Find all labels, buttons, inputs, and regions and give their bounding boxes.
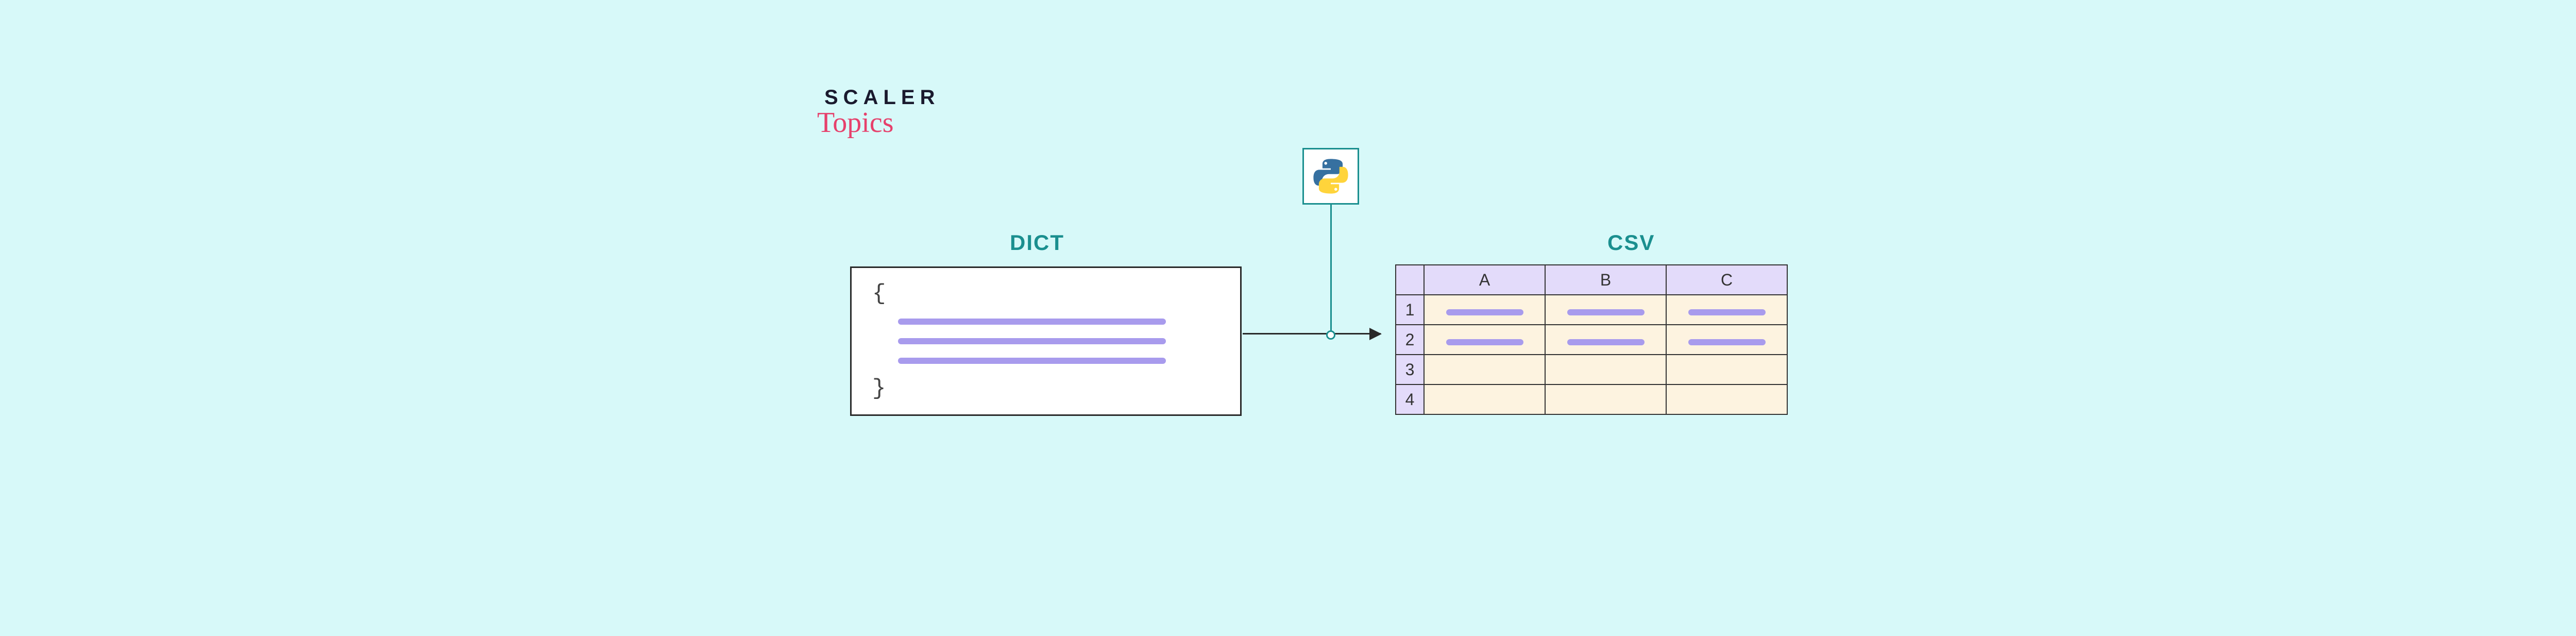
table-cell xyxy=(1545,355,1666,384)
table-cell xyxy=(1424,325,1545,355)
table-cell xyxy=(1666,325,1787,355)
dict-box: { } xyxy=(850,266,1242,416)
python-icon xyxy=(1313,158,1349,194)
row-header: 3 xyxy=(1396,355,1424,384)
cell-content-bar xyxy=(1567,309,1645,315)
cell-content-bar xyxy=(1567,339,1645,345)
connector-vertical xyxy=(1330,205,1332,333)
table-cell xyxy=(1424,355,1545,384)
dict-content-line xyxy=(898,338,1166,344)
table-row: 1 xyxy=(1396,295,1787,325)
table-cell xyxy=(1545,384,1666,414)
table-cell xyxy=(1666,295,1787,325)
close-brace: } xyxy=(872,377,1219,400)
row-header: 2 xyxy=(1396,325,1424,355)
table-corner xyxy=(1396,265,1424,295)
cell-content-bar xyxy=(1688,309,1766,315)
row-header: 4 xyxy=(1396,384,1424,414)
table-row: 2 xyxy=(1396,325,1787,355)
csv-label: CSV xyxy=(1607,230,1655,255)
open-brace: { xyxy=(872,282,1219,305)
table-cell xyxy=(1424,384,1545,414)
table-cell xyxy=(1666,355,1787,384)
logo-text-bottom: Topics xyxy=(817,106,933,139)
row-header: 1 xyxy=(1396,295,1424,325)
python-logo-box xyxy=(1302,148,1359,205)
table-row: 4 xyxy=(1396,384,1787,414)
dict-content-line xyxy=(898,358,1166,364)
csv-table: A B C 1 2 3 4 xyxy=(1395,264,1788,415)
table-cell xyxy=(1666,384,1787,414)
col-header: C xyxy=(1666,265,1787,295)
col-header: A xyxy=(1424,265,1545,295)
diagram-canvas: SCALER Topics DICT CSV { } A B C 1 xyxy=(824,86,2267,550)
cell-content-bar xyxy=(1446,339,1523,345)
scaler-topics-logo: SCALER Topics xyxy=(824,86,940,139)
connector-node xyxy=(1326,330,1335,340)
table-row: 3 xyxy=(1396,355,1787,384)
dict-content-line xyxy=(898,319,1166,325)
table-cell xyxy=(1545,325,1666,355)
dict-label: DICT xyxy=(1010,230,1064,255)
col-header: B xyxy=(1545,265,1666,295)
cell-content-bar xyxy=(1688,339,1766,345)
table-cell xyxy=(1545,295,1666,325)
table-cell xyxy=(1424,295,1545,325)
arrow-right xyxy=(1243,333,1381,334)
cell-content-bar xyxy=(1446,309,1523,315)
table-header-row: A B C xyxy=(1396,265,1787,295)
